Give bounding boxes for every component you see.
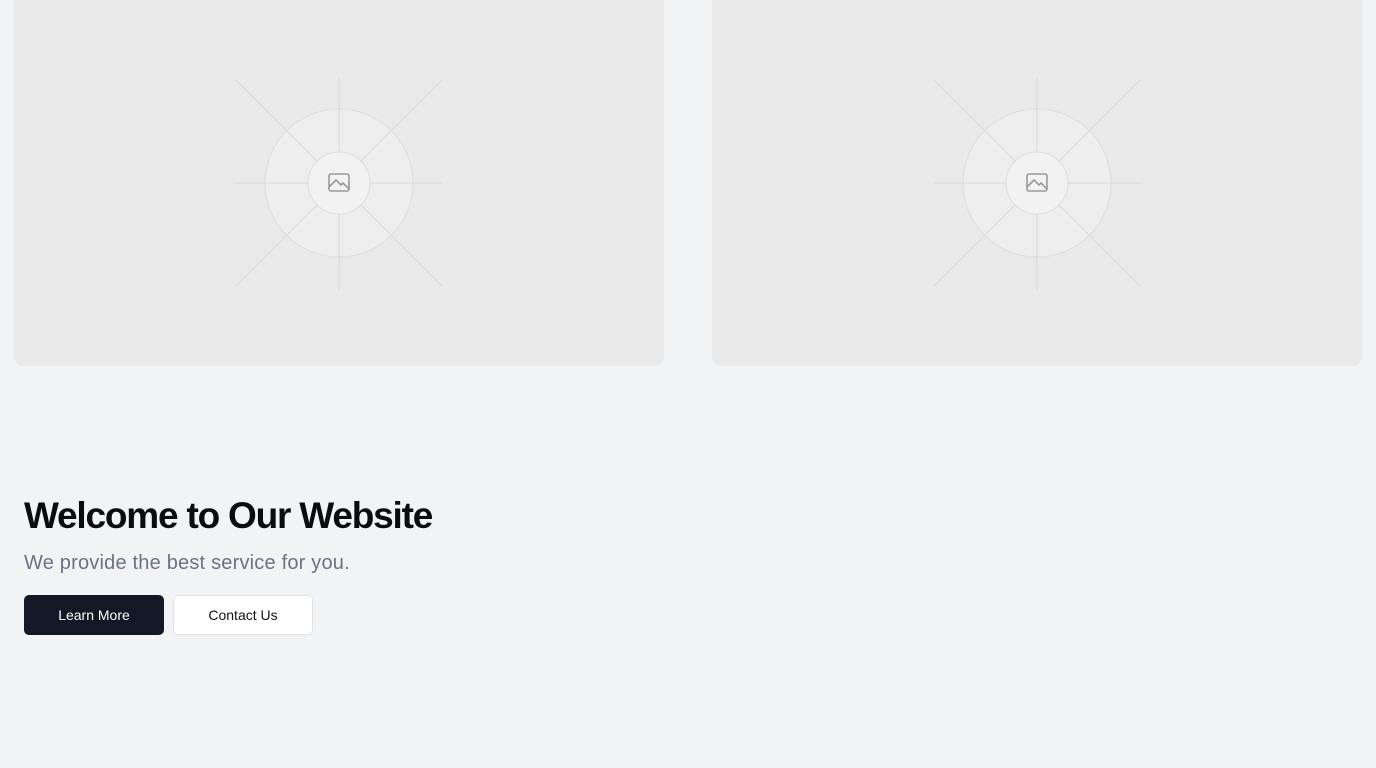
hero-button-row: Learn More Contact Us — [24, 595, 724, 635]
image-placeholder-left — [14, 0, 664, 366]
contact-us-button[interactable]: Contact Us — [173, 595, 313, 635]
image-placeholder-right — [712, 0, 1362, 366]
hero-section: Welcome to Our Website We provide the be… — [24, 490, 724, 635]
image-placeholder-graphic — [235, 78, 443, 290]
learn-more-button[interactable]: Learn More — [24, 595, 164, 635]
media-row — [14, 0, 1362, 366]
image-placeholder-graphic — [933, 78, 1141, 290]
hero-title: Welcome to Our Website — [24, 495, 433, 536]
hero-subtitle: We provide the best service for you. — [24, 552, 350, 574]
page: Welcome to Our Website We provide the be… — [0, 0, 1376, 768]
